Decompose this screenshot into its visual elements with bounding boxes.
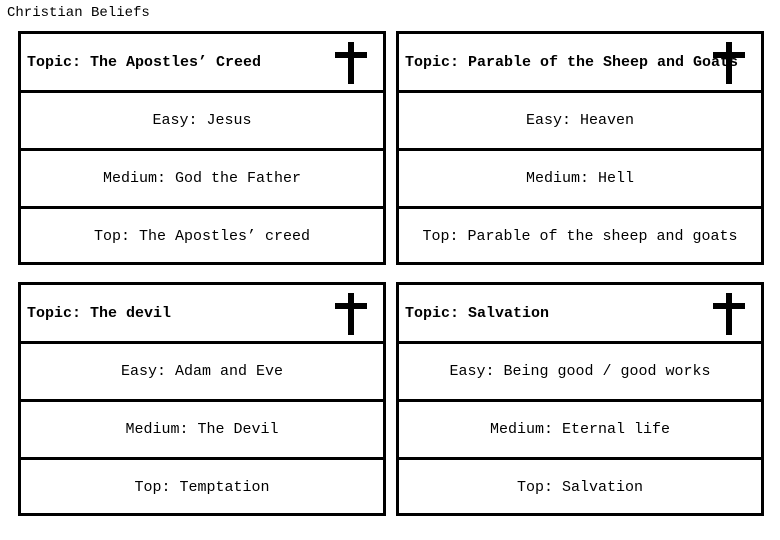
card-topic: Topic: Salvation xyxy=(399,285,761,341)
card-topic: Topic: The devil xyxy=(21,285,383,341)
cross-icon xyxy=(713,42,745,84)
card-easy: Easy: Heaven xyxy=(399,90,761,148)
topic-card-the-devil: Topic: The devil Easy: Adam and Eve Medi… xyxy=(18,282,386,516)
topic-card-apostles-creed: Topic: The Apostles’ Creed Easy: Jesus M… xyxy=(18,31,386,265)
card-top: Top: Parable of the sheep and goats xyxy=(399,206,761,264)
card-top: Top: Salvation xyxy=(399,457,761,515)
topic-card-sheep-and-goats: Topic: Parable of the Sheep and Goats Ea… xyxy=(396,31,764,265)
card-top: Top: Temptation xyxy=(21,457,383,515)
card-easy: Easy: Being good / good works xyxy=(399,341,761,399)
card-topic: Topic: The Apostles’ Creed xyxy=(21,34,383,90)
card-medium: Medium: Hell xyxy=(399,148,761,206)
cross-icon xyxy=(335,293,367,335)
card-easy: Easy: Adam and Eve xyxy=(21,341,383,399)
cross-icon xyxy=(713,293,745,335)
card-medium: Medium: The Devil xyxy=(21,399,383,457)
topic-label: Topic: Parable of the Sheep and Goats xyxy=(405,53,739,71)
card-medium: Medium: Eternal life xyxy=(399,399,761,457)
topic-label: Topic: The devil xyxy=(27,304,172,322)
card-medium: Medium: God the Father xyxy=(21,148,383,206)
card-easy: Easy: Jesus xyxy=(21,90,383,148)
topic-card-salvation: Topic: Salvation Easy: Being good / good… xyxy=(396,282,764,516)
card-topic: Topic: Parable of the Sheep and Goats xyxy=(399,34,761,90)
page-title: Christian Beliefs xyxy=(7,5,150,21)
topic-label: Topic: The Apostles’ Creed xyxy=(27,53,262,71)
card-top: Top: The Apostles’ creed xyxy=(21,206,383,264)
topic-label: Topic: Salvation xyxy=(405,304,550,322)
cross-icon xyxy=(335,42,367,84)
